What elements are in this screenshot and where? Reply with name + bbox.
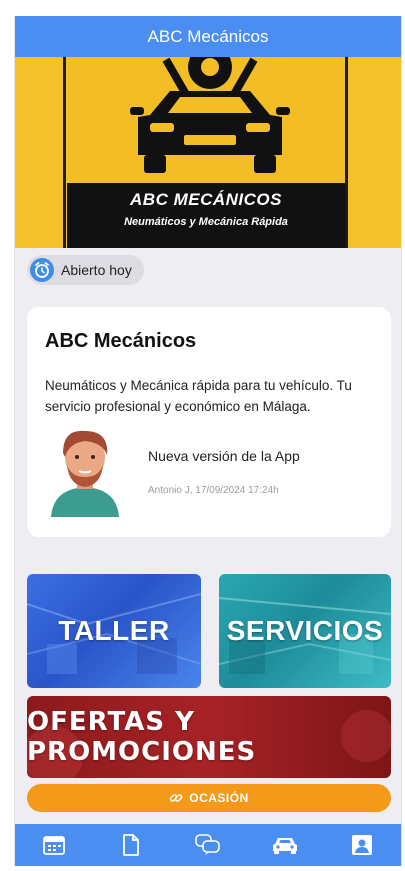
- tab-contact[interactable]: [342, 828, 382, 862]
- banner-stripe-right: [345, 57, 348, 248]
- card-title: ABC Mecánicos: [45, 330, 197, 352]
- servicios-tile[interactable]: SERVICIOS: [219, 574, 391, 688]
- contact-card-icon: [352, 835, 373, 855]
- car-icon: [273, 838, 298, 854]
- ocasion-label: OCASIÓN: [189, 791, 249, 805]
- tab-calendar[interactable]: [34, 828, 74, 862]
- banner-stripe-left: [63, 57, 66, 248]
- servicios-label: SERVICIOS: [226, 615, 384, 646]
- news-title: Nueva versión de la App: [148, 448, 300, 464]
- news-meta: Antonio J, 17/09/2024 17:24h: [148, 485, 279, 496]
- header-title: ABC Mecánicos: [147, 26, 269, 46]
- document-icon: [122, 834, 139, 856]
- info-card[interactable]: ABC Mecánicos Neumáticos y Mecánica rápi…: [27, 307, 391, 537]
- alarm-clock-icon: [30, 258, 54, 282]
- banner-tagline: Neumáticos y Mecánica Rápida: [124, 216, 288, 228]
- taller-label: TALLER: [58, 615, 170, 646]
- app-header: ABC Mecánicos: [15, 16, 401, 57]
- ofertas-tile[interactable]: OFERTAS Y PROMOCIONES: [27, 696, 391, 778]
- calendar-icon: [42, 836, 65, 855]
- taller-tile[interactable]: TALLER: [27, 574, 201, 688]
- tab-chat[interactable]: [188, 828, 228, 862]
- link-icon: [169, 794, 183, 802]
- avatar: [51, 430, 119, 517]
- ocasion-button[interactable]: OCASIÓN: [27, 784, 391, 812]
- banner-caption: ABC MECÁNICOS Neumáticos y Mecánica Rápi…: [67, 183, 345, 248]
- open-status-badge: Abierto hoy: [27, 255, 144, 285]
- card-description: Neumáticos y Mecánica rápida para tu veh…: [45, 378, 352, 414]
- tab-vehicles[interactable]: [265, 828, 305, 862]
- chat-icon: [195, 834, 220, 855]
- open-status-label: Abierto hoy: [61, 262, 132, 278]
- car-logo-icon: [130, 57, 290, 173]
- bottom-tab-bar: [15, 824, 401, 866]
- banner-brand: ABC MECÁNICOS: [130, 190, 282, 209]
- app-screen: ABC Mecánicos ABC MECÁNICOS Neumáticos y…: [14, 16, 402, 866]
- tab-documents[interactable]: [111, 828, 151, 862]
- hero-banner: ABC MECÁNICOS Neumáticos y Mecánica Rápi…: [15, 57, 401, 248]
- ofertas-label: OFERTAS Y PROMOCIONES: [27, 707, 257, 767]
